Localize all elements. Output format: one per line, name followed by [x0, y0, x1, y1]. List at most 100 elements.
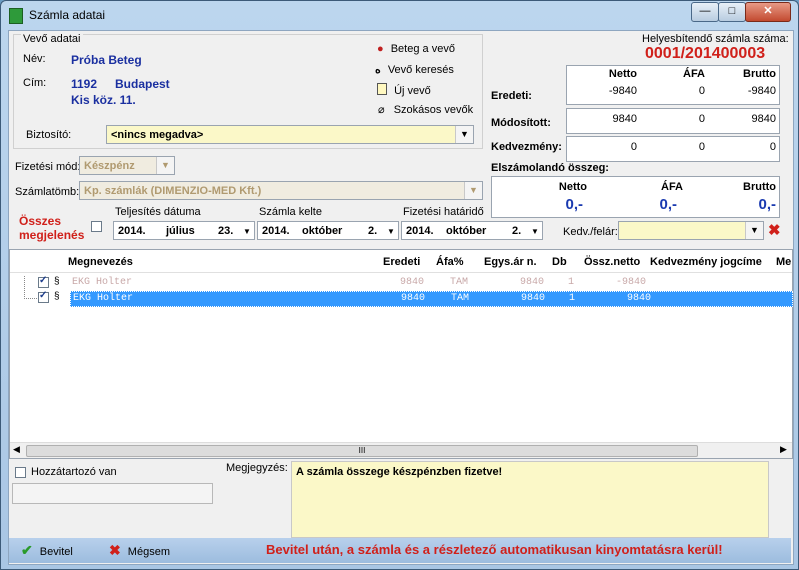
payment-label: Fizetési mód:	[15, 161, 81, 173]
due-month: október	[446, 225, 487, 237]
row2-orig: 9840	[401, 293, 426, 304]
close-button[interactable]: ✕	[745, 2, 791, 22]
modified-totals-box: 9840 0 9840	[566, 108, 780, 134]
col-net[interactable]: Össz.netto	[584, 256, 640, 268]
issue-day: 2.	[368, 225, 378, 237]
cancel-label: Mégsem	[127, 546, 170, 558]
table-row[interactable]: EKG Holter 9840 TAM 9840 1 9840	[70, 291, 793, 307]
paperclip-icon: ⌀	[378, 104, 385, 116]
discount-net: 0	[630, 141, 637, 153]
totals-header-netto: Netto	[608, 68, 637, 80]
original-totals-box: Netto ÁFA Brutto -9840 0 -9840	[566, 65, 780, 105]
row1-net: -9840	[616, 277, 647, 288]
issue-year: 2014.	[262, 225, 290, 237]
horizontal-scrollbar[interactable]: ◀ III ▶	[10, 442, 792, 458]
discount-vat: 0	[698, 141, 705, 153]
chevron-down-icon[interactable]: ▼	[531, 227, 539, 236]
title-bar: Számla adatai — □ ✕	[1, 1, 798, 29]
original-net: -9840	[608, 85, 637, 97]
search-buyer-label: Vevő keresés	[387, 64, 454, 76]
invoice-block-label: Számlatömb:	[15, 186, 80, 198]
row1-checkbox[interactable]	[38, 275, 49, 288]
name-label: Név:	[23, 53, 46, 65]
row2-checkbox[interactable]	[38, 290, 49, 303]
col-original[interactable]: Eredeti	[383, 256, 420, 268]
attach-checkbox[interactable]	[15, 467, 26, 478]
issue-date-picker[interactable]: 2014. október 2. ▼	[257, 221, 399, 240]
col-vat[interactable]: Áfa%	[436, 256, 464, 268]
scroll-left-icon[interactable]: ◀	[13, 444, 20, 455]
items-table: Megnevezés Eredeti Áfa% Egys.ár n. Db Ös…	[9, 249, 793, 459]
ok-button[interactable]: ✔ Bevitel	[21, 542, 73, 559]
insurer-label: Biztosító:	[26, 129, 72, 141]
modified-gross: 9840	[751, 113, 776, 125]
all-show-checkbox[interactable]	[91, 221, 102, 232]
note-textarea[interactable]: A számla összege készpénzben fizetve!	[291, 461, 769, 538]
row2-unit: 9840	[521, 293, 546, 304]
payment-value: Készpénz	[84, 160, 135, 172]
due-day: 2.	[512, 225, 522, 237]
settle-box: Netto ÁFA Brutto 0,- 0,- 0,-	[491, 176, 780, 218]
chevron-down-icon[interactable]: ▼	[464, 182, 482, 199]
clear-discount-icon[interactable]: ✖	[768, 221, 781, 239]
col-unit-price[interactable]: Egys.ár n.	[484, 256, 537, 268]
usual-buyers-link[interactable]: ⌀ Szokásos vevők	[378, 103, 473, 116]
attach-field[interactable]	[12, 483, 213, 504]
row1-orig: 9840	[400, 277, 425, 288]
chevron-down-icon[interactable]: ▼	[243, 227, 251, 236]
chevron-down-icon[interactable]: ▼	[156, 157, 174, 174]
col-name[interactable]: Megnevezés	[68, 256, 133, 268]
cancel-button[interactable]: ✖ Mégsem	[109, 542, 170, 559]
col-me[interactable]: Me	[776, 256, 791, 268]
perf-date-label: Teljesítés dátuma	[115, 206, 201, 218]
link-icon: §	[54, 291, 60, 302]
perf-year: 2014.	[118, 225, 146, 237]
settle-gross: 0,-	[758, 196, 776, 213]
settle-header-netto: Netto	[558, 181, 587, 193]
new-buyer-link[interactable]: Új vevő	[377, 83, 431, 97]
invoice-block-value: Kp. számlák (DIMENZIO-MED Kft.)	[84, 185, 262, 197]
scroll-right-icon[interactable]: ▶	[780, 444, 787, 455]
chevron-down-icon[interactable]: ▼	[745, 222, 763, 239]
issue-month: október	[302, 225, 343, 237]
perf-date-picker[interactable]: 2014. július 23. ▼	[113, 221, 255, 240]
row2-net: 9840	[627, 293, 652, 304]
col-qty[interactable]: Db	[552, 256, 567, 268]
totals-header-brutto: Brutto	[743, 68, 776, 80]
modified-net: 9840	[612, 113, 637, 125]
correction-label: Helyesbítendő számla száma:	[642, 33, 789, 45]
totals-header-afa: ÁFA	[683, 68, 705, 80]
payment-combo[interactable]: Készpénz ▼	[79, 156, 175, 175]
bottom-bar: ✔ Bevitel ✖ Mégsem Bevitel után, a száml…	[9, 538, 791, 563]
invoice-block-combo[interactable]: Kp. számlák (DIMENZIO-MED Kft.) ▼	[79, 181, 483, 200]
chevron-down-icon[interactable]: ▼	[387, 227, 395, 236]
tree-lines	[24, 276, 37, 299]
col-discount-reason[interactable]: Kedvezmény jogcíme	[650, 256, 762, 268]
maximize-button[interactable]: □	[718, 2, 746, 22]
settle-vat: 0,-	[659, 196, 677, 213]
discount-label: Kedv./felár:	[563, 226, 618, 238]
buyer-zip: 1192	[71, 77, 98, 91]
address-label: Cím:	[23, 77, 47, 89]
buyer-group-title: Vevő adatai	[21, 33, 83, 45]
window-title: Számla adatai	[29, 8, 106, 22]
chevron-down-icon[interactable]: ▼	[455, 126, 473, 143]
discount-combo[interactable]: ▼	[618, 221, 764, 240]
buyer-is-patient-label: Beteg a vevő	[390, 43, 455, 55]
insurer-combo[interactable]: <nincs megadva> ▼	[106, 125, 474, 144]
all-show-line1: Összes	[19, 214, 62, 228]
search-buyer-link[interactable]: ﻩ Vevő keresés	[375, 63, 454, 76]
settle-label: Elszámolandó összeg:	[491, 162, 609, 174]
table-row[interactable]: EKG Holter 9840 TAM 9840 1 -9840	[70, 277, 790, 290]
scroll-thumb[interactable]: III	[26, 445, 698, 457]
due-date-picker[interactable]: 2014. október 2. ▼	[401, 221, 543, 240]
row1-vat: TAM	[450, 277, 469, 288]
perf-month: július	[166, 225, 195, 237]
minimize-button[interactable]: —	[691, 2, 719, 22]
calculator-icon	[9, 8, 23, 24]
table-header: Megnevezés Eredeti Áfa% Egys.ár n. Db Ös…	[10, 250, 792, 273]
ok-label: Bevitel	[39, 546, 73, 558]
buyer-street: Kis köz. 11.	[71, 93, 136, 107]
buyer-is-patient-link[interactable]: ● Beteg a vevő	[377, 43, 455, 55]
buyer-name: Próba Beteg	[71, 53, 142, 67]
